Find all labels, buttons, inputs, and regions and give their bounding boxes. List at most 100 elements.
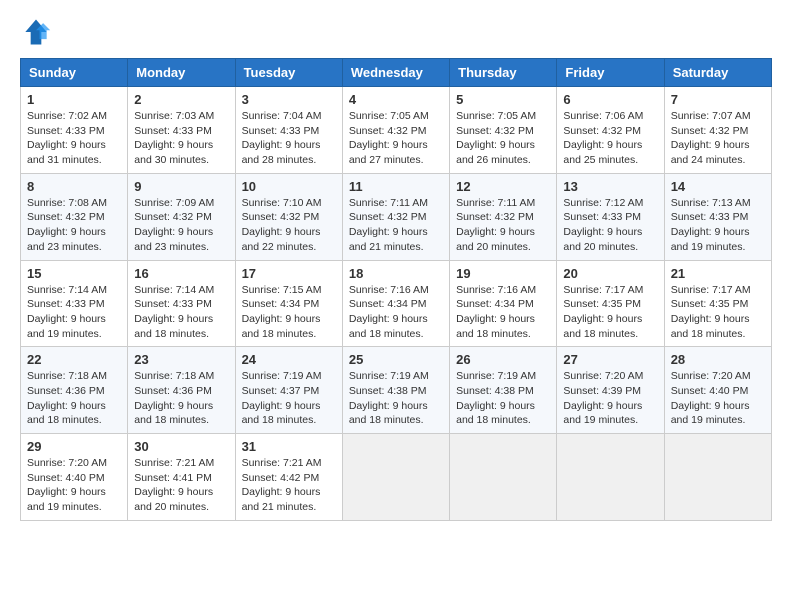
daylight-label: Daylight: 9 hours and 28 minutes.: [242, 139, 321, 166]
calendar-cell: 3 Sunrise: 7:04 AM Sunset: 4:33 PM Dayli…: [235, 87, 342, 174]
daylight-label: Daylight: 9 hours and 21 minutes.: [349, 226, 428, 253]
day-number: 24: [242, 352, 336, 367]
day-number: 20: [563, 266, 657, 281]
day-number: 4: [349, 92, 443, 107]
daylight-label: Daylight: 9 hours and 19 minutes.: [27, 313, 106, 340]
day-number: 7: [671, 92, 765, 107]
daylight-label: Daylight: 9 hours and 19 minutes.: [671, 226, 750, 253]
sunset-label: Sunset: 4:39 PM: [563, 385, 641, 397]
calendar-header-thursday: Thursday: [450, 59, 557, 87]
daylight-label: Daylight: 9 hours and 18 minutes.: [563, 313, 642, 340]
sunrise-label: Sunrise: 7:13 AM: [671, 197, 751, 209]
sunset-label: Sunset: 4:33 PM: [27, 298, 105, 310]
sunrise-label: Sunrise: 7:06 AM: [563, 110, 643, 122]
daylight-label: Daylight: 9 hours and 23 minutes.: [27, 226, 106, 253]
day-info: Sunrise: 7:06 AM Sunset: 4:32 PM Dayligh…: [563, 109, 657, 168]
day-number: 27: [563, 352, 657, 367]
calendar-week-2: 8 Sunrise: 7:08 AM Sunset: 4:32 PM Dayli…: [21, 173, 772, 260]
sunset-label: Sunset: 4:32 PM: [349, 125, 427, 137]
calendar-cell: 12 Sunrise: 7:11 AM Sunset: 4:32 PM Dayl…: [450, 173, 557, 260]
daylight-label: Daylight: 9 hours and 18 minutes.: [349, 400, 428, 427]
calendar-cell: [450, 434, 557, 521]
day-info: Sunrise: 7:02 AM Sunset: 4:33 PM Dayligh…: [27, 109, 121, 168]
day-info: Sunrise: 7:07 AM Sunset: 4:32 PM Dayligh…: [671, 109, 765, 168]
day-info: Sunrise: 7:18 AM Sunset: 4:36 PM Dayligh…: [134, 369, 228, 428]
sunrise-label: Sunrise: 7:10 AM: [242, 197, 322, 209]
sunset-label: Sunset: 4:32 PM: [242, 211, 320, 223]
calendar-cell: 15 Sunrise: 7:14 AM Sunset: 4:33 PM Dayl…: [21, 260, 128, 347]
day-number: 9: [134, 179, 228, 194]
calendar-header-row: SundayMondayTuesdayWednesdayThursdayFrid…: [21, 59, 772, 87]
sunrise-label: Sunrise: 7:11 AM: [349, 197, 428, 209]
day-info: Sunrise: 7:16 AM Sunset: 4:34 PM Dayligh…: [349, 283, 443, 342]
calendar-table: SundayMondayTuesdayWednesdayThursdayFrid…: [20, 58, 772, 521]
daylight-label: Daylight: 9 hours and 18 minutes.: [27, 400, 106, 427]
day-number: 21: [671, 266, 765, 281]
calendar-cell: 13 Sunrise: 7:12 AM Sunset: 4:33 PM Dayl…: [557, 173, 664, 260]
calendar-week-3: 15 Sunrise: 7:14 AM Sunset: 4:33 PM Dayl…: [21, 260, 772, 347]
day-number: 16: [134, 266, 228, 281]
day-info: Sunrise: 7:09 AM Sunset: 4:32 PM Dayligh…: [134, 196, 228, 255]
daylight-label: Daylight: 9 hours and 18 minutes.: [456, 313, 535, 340]
day-number: 26: [456, 352, 550, 367]
day-number: 17: [242, 266, 336, 281]
calendar-cell: [664, 434, 771, 521]
calendar-cell: 5 Sunrise: 7:05 AM Sunset: 4:32 PM Dayli…: [450, 87, 557, 174]
day-number: 8: [27, 179, 121, 194]
day-number: 2: [134, 92, 228, 107]
sunrise-label: Sunrise: 7:11 AM: [456, 197, 535, 209]
daylight-label: Daylight: 9 hours and 24 minutes.: [671, 139, 750, 166]
sunrise-label: Sunrise: 7:09 AM: [134, 197, 214, 209]
calendar-header-tuesday: Tuesday: [235, 59, 342, 87]
calendar-cell: 23 Sunrise: 7:18 AM Sunset: 4:36 PM Dayl…: [128, 347, 235, 434]
daylight-label: Daylight: 9 hours and 22 minutes.: [242, 226, 321, 253]
calendar-cell: 10 Sunrise: 7:10 AM Sunset: 4:32 PM Dayl…: [235, 173, 342, 260]
calendar-cell: [557, 434, 664, 521]
daylight-label: Daylight: 9 hours and 19 minutes.: [27, 486, 106, 513]
daylight-label: Daylight: 9 hours and 21 minutes.: [242, 486, 321, 513]
calendar-cell: 24 Sunrise: 7:19 AM Sunset: 4:37 PM Dayl…: [235, 347, 342, 434]
calendar-cell: 8 Sunrise: 7:08 AM Sunset: 4:32 PM Dayli…: [21, 173, 128, 260]
calendar-cell: 14 Sunrise: 7:13 AM Sunset: 4:33 PM Dayl…: [664, 173, 771, 260]
sunrise-label: Sunrise: 7:08 AM: [27, 197, 107, 209]
calendar-cell: [342, 434, 449, 521]
daylight-label: Daylight: 9 hours and 18 minutes.: [242, 313, 321, 340]
sunset-label: Sunset: 4:33 PM: [563, 211, 641, 223]
day-number: 3: [242, 92, 336, 107]
daylight-label: Daylight: 9 hours and 27 minutes.: [349, 139, 428, 166]
sunrise-label: Sunrise: 7:14 AM: [27, 284, 107, 296]
sunset-label: Sunset: 4:33 PM: [134, 298, 212, 310]
day-info: Sunrise: 7:20 AM Sunset: 4:40 PM Dayligh…: [27, 456, 121, 515]
calendar-header-saturday: Saturday: [664, 59, 771, 87]
sunrise-label: Sunrise: 7:02 AM: [27, 110, 107, 122]
day-info: Sunrise: 7:13 AM Sunset: 4:33 PM Dayligh…: [671, 196, 765, 255]
sunset-label: Sunset: 4:36 PM: [27, 385, 105, 397]
sunrise-label: Sunrise: 7:20 AM: [27, 457, 107, 469]
day-info: Sunrise: 7:17 AM Sunset: 4:35 PM Dayligh…: [563, 283, 657, 342]
sunset-label: Sunset: 4:33 PM: [134, 125, 212, 137]
sunrise-label: Sunrise: 7:04 AM: [242, 110, 322, 122]
calendar-cell: 2 Sunrise: 7:03 AM Sunset: 4:33 PM Dayli…: [128, 87, 235, 174]
day-info: Sunrise: 7:15 AM Sunset: 4:34 PM Dayligh…: [242, 283, 336, 342]
day-number: 19: [456, 266, 550, 281]
day-info: Sunrise: 7:20 AM Sunset: 4:40 PM Dayligh…: [671, 369, 765, 428]
day-number: 12: [456, 179, 550, 194]
day-number: 29: [27, 439, 121, 454]
calendar-cell: 31 Sunrise: 7:21 AM Sunset: 4:42 PM Dayl…: [235, 434, 342, 521]
sunset-label: Sunset: 4:34 PM: [456, 298, 534, 310]
sunset-label: Sunset: 4:34 PM: [242, 298, 320, 310]
sunrise-label: Sunrise: 7:03 AM: [134, 110, 214, 122]
day-number: 23: [134, 352, 228, 367]
calendar-cell: 1 Sunrise: 7:02 AM Sunset: 4:33 PM Dayli…: [21, 87, 128, 174]
sunset-label: Sunset: 4:33 PM: [671, 211, 749, 223]
day-number: 10: [242, 179, 336, 194]
day-number: 25: [349, 352, 443, 367]
sunrise-label: Sunrise: 7:16 AM: [349, 284, 429, 296]
daylight-label: Daylight: 9 hours and 20 minutes.: [456, 226, 535, 253]
sunrise-label: Sunrise: 7:17 AM: [563, 284, 643, 296]
logo: [20, 16, 58, 48]
sunset-label: Sunset: 4:33 PM: [242, 125, 320, 137]
calendar-cell: 9 Sunrise: 7:09 AM Sunset: 4:32 PM Dayli…: [128, 173, 235, 260]
sunrise-label: Sunrise: 7:05 AM: [456, 110, 536, 122]
sunrise-label: Sunrise: 7:19 AM: [242, 370, 322, 382]
